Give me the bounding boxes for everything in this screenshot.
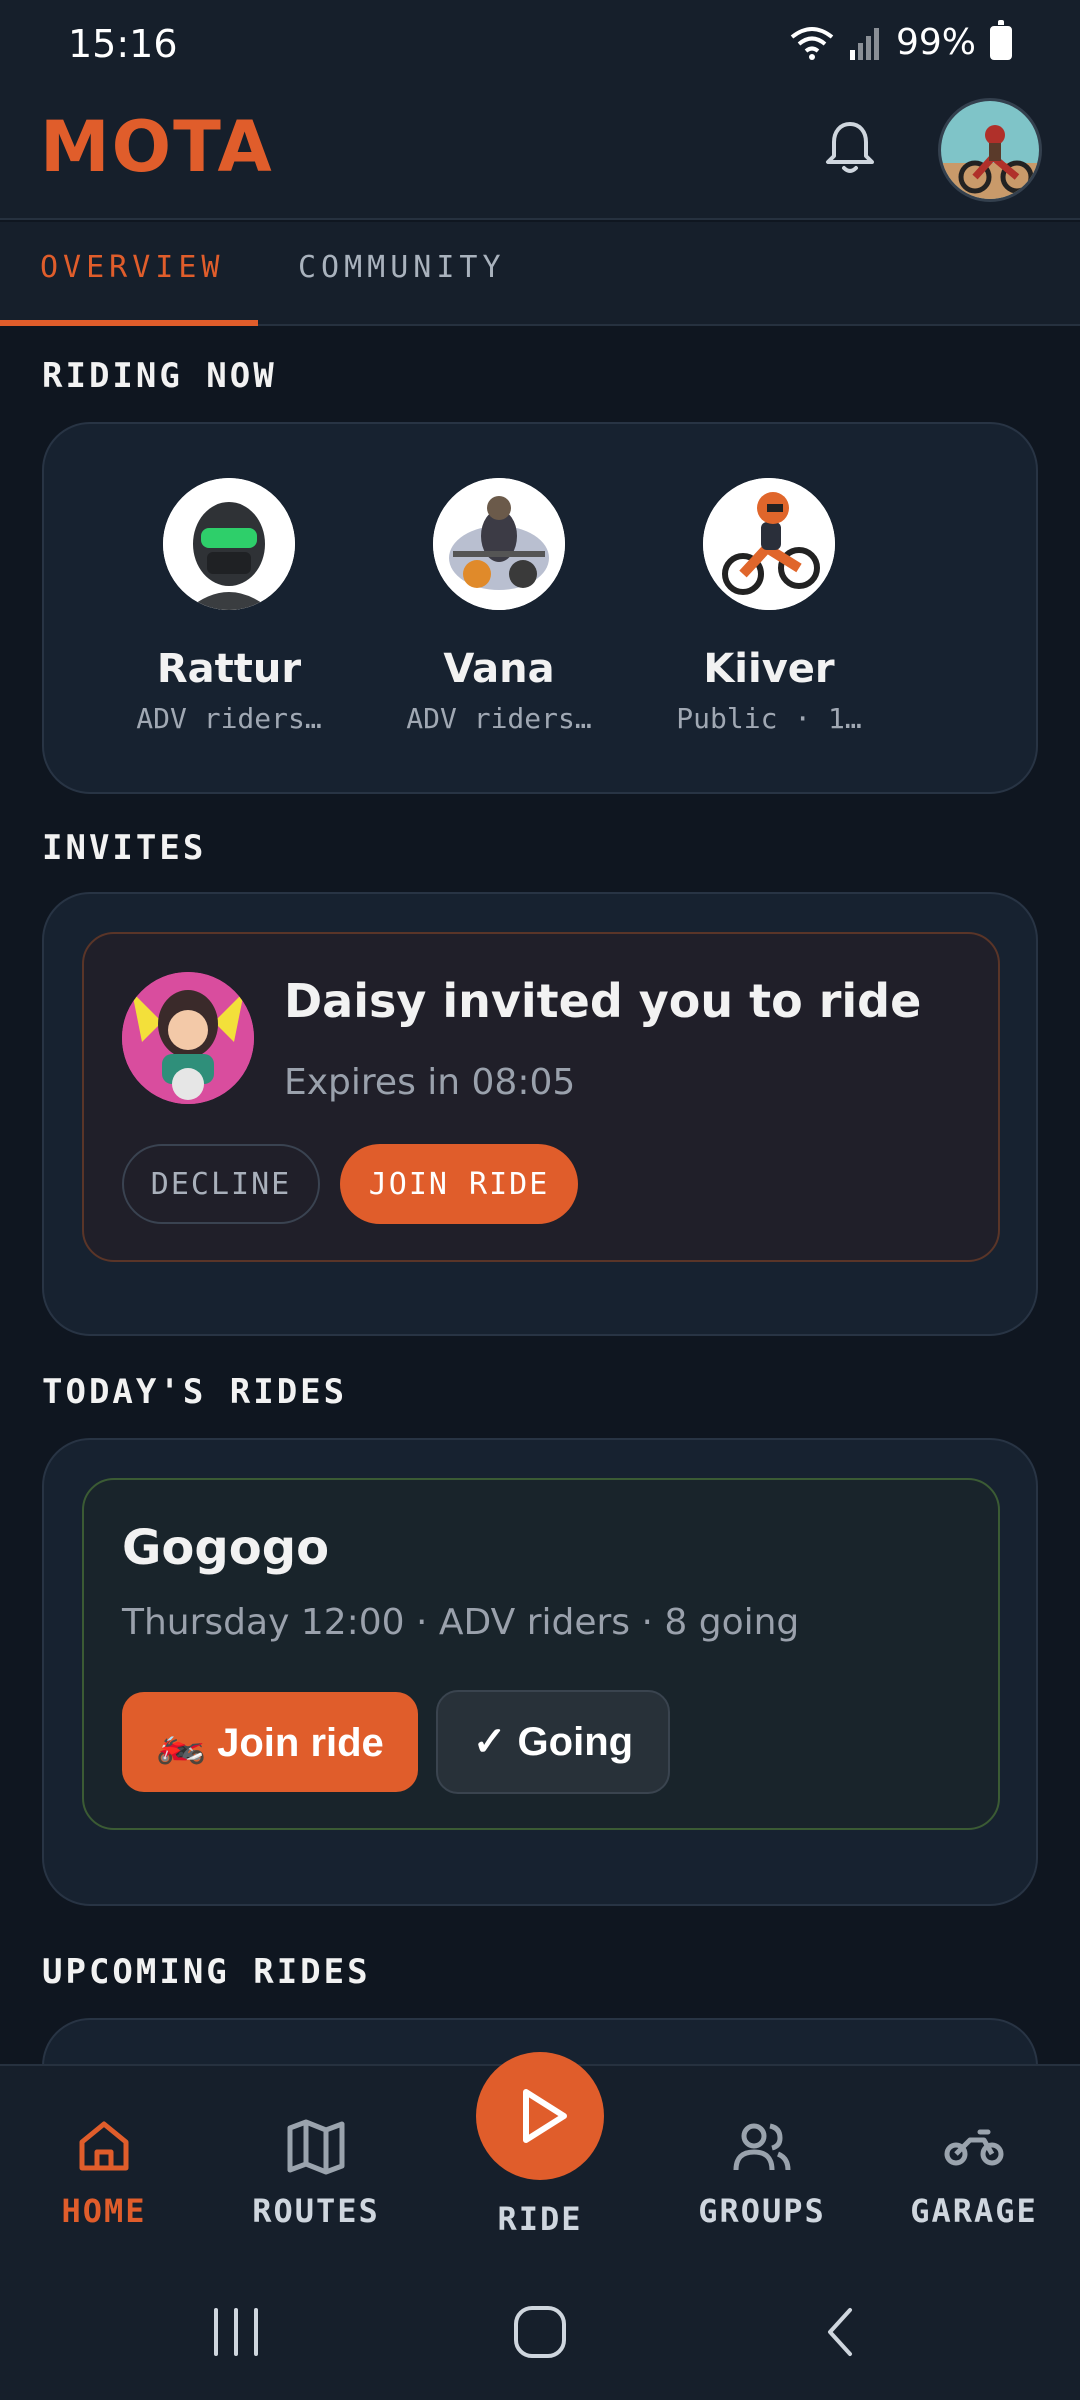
tab-bar: OVERVIEW COMMUNITY: [0, 222, 1080, 326]
nav-garage[interactable]: GARAGE: [884, 2114, 1064, 2230]
home-system-icon[interactable]: [510, 2302, 570, 2362]
profile-avatar[interactable]: [938, 98, 1042, 202]
tab-overview[interactable]: OVERVIEW: [40, 250, 225, 285]
tab-community[interactable]: COMMUNITY: [298, 250, 506, 285]
nav-routes[interactable]: ROUTES: [226, 2114, 406, 2230]
wifi-icon: [790, 26, 834, 60]
riding-now-heading: RIDING NOW: [42, 356, 277, 396]
notification-bell-icon[interactable]: [818, 116, 882, 180]
join-ride-button[interactable]: 🏍️ Join ride: [122, 1692, 418, 1792]
map-icon: [287, 2119, 345, 2175]
rider-group: ADV riders…: [136, 702, 322, 735]
bottom-nav: HOME ROUTES RIDE GROUPS GARAGE: [0, 2052, 1080, 2264]
riders-list: Rattur ADV riders… Vana ADV riders… Kiiv…: [94, 478, 904, 735]
motorcycle-icon: [944, 2129, 1004, 2166]
signal-icon: [849, 27, 879, 60]
nav-ride-label[interactable]: RIDE: [450, 2200, 630, 2238]
todays-rides-heading: TODAY'S RIDES: [42, 1372, 348, 1412]
active-tab-indicator: [0, 320, 258, 326]
rider-group: ADV riders…: [406, 702, 592, 735]
nav-groups[interactable]: GROUPS: [672, 2114, 852, 2230]
rider-group: Public · 1…: [676, 702, 862, 735]
invites-card: Daisy invited you to ride Expires in 08:…: [42, 892, 1038, 1336]
nav-home[interactable]: HOME: [14, 2114, 194, 2230]
battery-percent: 99%: [895, 22, 976, 63]
status-icons: 99%: [790, 19, 1012, 63]
join-ride-invite-button[interactable]: JOIN RIDE: [340, 1144, 578, 1224]
recent-apps-icon[interactable]: [206, 2304, 266, 2360]
nav-garage-label: GARAGE: [910, 2192, 1038, 2230]
status-time: 15:16: [68, 22, 178, 66]
status-bar: 15:16 99%: [0, 0, 1080, 96]
rider-avatar: [163, 478, 295, 610]
rider-rattur[interactable]: Rattur ADV riders…: [94, 478, 364, 735]
ride-button[interactable]: [476, 2052, 604, 2180]
play-icon: [523, 2089, 567, 2143]
rider-vana[interactable]: Vana ADV riders…: [364, 478, 634, 735]
groups-icon: [733, 2123, 791, 2171]
back-icon[interactable]: [820, 2304, 860, 2360]
nav-routes-label: ROUTES: [252, 2192, 380, 2230]
rider-avatar: [433, 478, 565, 610]
invite-item: Daisy invited you to ride Expires in 08:…: [82, 932, 1000, 1262]
invite-expiry: Expires in 08:05: [284, 1062, 576, 1103]
invites-heading: INVITES: [42, 828, 207, 868]
ride-item[interactable]: Gogogo Thursday 12:00 · ADV riders · 8 g…: [82, 1478, 1000, 1830]
todays-rides-card: Gogogo Thursday 12:00 · ADV riders · 8 g…: [42, 1438, 1038, 1906]
riding-now-card: Rattur ADV riders… Vana ADV riders… Kiiv…: [42, 422, 1038, 794]
decline-button[interactable]: DECLINE: [122, 1144, 320, 1224]
rider-kiiver[interactable]: Kiiver Public · 1…: [634, 478, 904, 735]
rider-avatar: [703, 478, 835, 610]
rider-name: Kiiver: [703, 646, 835, 692]
app-header: MOTA: [0, 96, 1080, 220]
battery-icon: [990, 19, 1012, 60]
upcoming-rides-heading: UPCOMING RIDES: [42, 1952, 371, 1992]
nav-groups-label: GROUPS: [698, 2192, 826, 2230]
app-logo: MOTA: [40, 106, 274, 188]
ride-title: Gogogo: [122, 1520, 330, 1576]
rider-name: Vana: [443, 646, 555, 692]
ride-details: Thursday 12:00 · ADV riders · 8 going: [122, 1602, 800, 1643]
going-button[interactable]: ✓ Going: [436, 1690, 670, 1794]
invite-title: Daisy invited you to ride: [284, 974, 922, 1028]
rider-name: Rattur: [156, 646, 302, 692]
nav-home-label: HOME: [61, 2192, 147, 2230]
system-nav-bar: [0, 2264, 1080, 2400]
home-icon: [79, 2121, 129, 2171]
inviter-avatar: [122, 972, 254, 1104]
